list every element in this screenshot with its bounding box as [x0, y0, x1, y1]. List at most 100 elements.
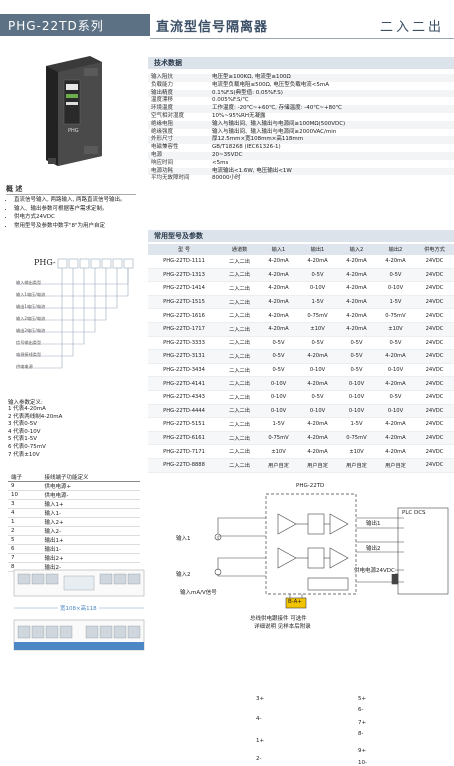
model-cell: 4-20mA: [259, 308, 299, 323]
page-header: PHG-22TD系列 直流型信号隔离器 二入二出: [0, 0, 454, 48]
wiring-terminal-label: 3+: [256, 696, 265, 702]
model-cell: 0-10V: [375, 363, 415, 378]
models-header-cell: 供电方式: [414, 244, 454, 255]
model-cell: PHG-22TD-4141: [148, 376, 221, 391]
model-cell: 4-20mA: [337, 322, 376, 337]
terminal-cell: 输出1-: [41, 544, 140, 554]
model-cell: 4-20mA: [375, 431, 415, 446]
model-row: PHG-22TD-3434 二入二出 0-5V 0-10V 0-5V 0-10V 24VDC: [148, 363, 454, 378]
model-code-label: 电源接线类型: [16, 352, 42, 357]
model-cell: 24VDC: [414, 308, 454, 323]
model-cell: PHG-22TD-6161: [148, 431, 221, 446]
param-item: 6 代表0-75mV: [8, 443, 46, 450]
spec-value: 10%~95%RH无凝露: [212, 112, 266, 119]
model-cell: 24VDC: [414, 390, 454, 405]
model-cell: 24VDC: [414, 458, 454, 473]
spec-key: 电源: [148, 151, 209, 160]
spec-row: 电磁兼容性 GB/T18268 (IEC61326-1): [148, 144, 454, 152]
spec-value: 输入与输出间、输入输出与电源间≥100MΩ(500VDC): [209, 120, 454, 129]
spec-key: 输入阻抗: [148, 74, 209, 82]
model-cell: 24VDC: [414, 268, 454, 283]
spec-row: 负载能力 电流型负载电阻≤500Ω, 电压型负载电流<5mA: [148, 82, 454, 90]
model-cell: 0-5V: [259, 363, 299, 378]
model-cell: 4-20mA: [375, 417, 415, 432]
model-cell: 4-20mA: [337, 281, 376, 296]
model-cell: ±10V: [298, 322, 337, 337]
model-cell: 24VDC: [414, 404, 454, 419]
series-title: PHG-22TD系列: [8, 19, 104, 33]
model-cell: 4-20mA: [298, 349, 337, 364]
model-cell: 0-10V: [298, 281, 337, 296]
model-row: PHG-22TD-1313 二入二出 4-20mA 0-5V 4-20mA 0-5V 24V…: [148, 268, 454, 283]
model-cell: 24VDC: [414, 255, 454, 269]
model-cell: PHG-22TD-8888: [148, 458, 221, 473]
spec-row: 电源 20~35VDC: [148, 151, 454, 160]
model-cell: 0-5V: [337, 336, 376, 351]
model-cell: 24VDC: [414, 295, 454, 310]
terminal-cell: 4: [8, 508, 42, 518]
terminal-row: 6 输出1-: [8, 544, 140, 554]
spec-value: 厚12.5mm×宽108mm×高118mm: [209, 136, 454, 145]
wiring-input2: 输入2: [176, 572, 191, 578]
model-cell: ±10V: [259, 444, 299, 459]
models-band: 常用型号及参数: [148, 230, 454, 242]
models-header-cell: 输出1: [298, 244, 337, 255]
spec-key: 响应时间: [151, 159, 174, 166]
model-cell: 24VDC: [414, 417, 454, 432]
wiring-power: 供电电源24VDC: [354, 566, 395, 574]
model-row: PHG-22TD-4444 二入二出 0-10V 0-10V 0-10V 0-10V 24V…: [148, 404, 454, 419]
model-cell: 4-20mA: [375, 376, 415, 391]
model-cell: 24VDC: [414, 376, 454, 391]
models-header-cell: 型 号: [148, 244, 221, 255]
model-cell: 二入二出: [220, 417, 260, 432]
model-cell: 0-5V: [259, 336, 299, 351]
terminal-row: 5 输出1+: [8, 535, 140, 545]
spec-row: 空气相对湿度 10%~95%RH无凝露: [148, 113, 454, 121]
model-cell: 0-75mV: [259, 431, 299, 446]
model-cell: 二入二出: [220, 281, 260, 296]
terminal-header-cell: 接线端子功能定义: [41, 472, 140, 482]
model-cell: 二入二出: [220, 349, 260, 364]
overview-heading: 概 述: [6, 185, 23, 193]
wiring-terminal-label: 4-: [256, 716, 262, 722]
model-code-label: 供电电源: [16, 364, 33, 369]
model-row: PHG-22TD-6161 二入二出 0-75mV 4-20mA 0-75mV 4-20m…: [148, 431, 454, 446]
spec-key: 绝缘电阻: [148, 120, 209, 129]
spec-value: 工作温度: -20℃~+60℃, 存储温度: -40℃~+80℃: [209, 105, 454, 113]
terminal-row: 9 供电电源+: [8, 481, 140, 491]
spec-row: 输入阻抗 电压型≥100KΩ, 电流型≤100Ω: [148, 74, 454, 82]
model-cell: 二入二出: [220, 458, 260, 473]
model-code: PHG- 输入输出类型 输入1电压/电流 输出1电压/电流 输入2电压/电流 输出2电压…: [6, 258, 141, 378]
spec-key: 负载能力: [151, 81, 174, 88]
model-cell: PHG-22TD-4444: [148, 404, 221, 419]
model-cell: PHG-22TD-1616: [148, 308, 221, 323]
model-cell: 4-20mA: [259, 295, 299, 310]
model-cell: 二入二出: [220, 255, 260, 269]
model-cell: 二入二出: [220, 444, 260, 459]
model-row: PHG-22TD-5151 二入二出 1-5V 4-20mA 1-5V 4-20mA 24V…: [148, 417, 454, 432]
model-cell: 4-20mA: [298, 376, 337, 391]
model-cell: 0-10V: [337, 376, 376, 391]
svg-text:PHG: PHG: [68, 128, 79, 134]
model-cell: 0-5V: [298, 390, 337, 405]
model-cell: 二入二出: [220, 295, 260, 310]
model-cell: 0-10V: [298, 404, 337, 419]
model-cell: 0-10V: [375, 404, 415, 419]
spec-value: GB/T18268 (IEC61326-1): [212, 144, 281, 151]
terminal-cell: 5: [8, 535, 42, 545]
spec-row: 绝缘电阻 输入与输出间、输入输出与电源间≥100MΩ(500VDC): [148, 120, 454, 129]
model-cell: PHG-22TD-1717: [148, 322, 221, 337]
model-cell: 1-5V: [298, 295, 337, 310]
model-cell: PHG-22TD-3333: [148, 336, 221, 351]
spec-row: 外形尺寸 厚12.5mm×宽108mm×高118mm: [148, 136, 454, 145]
param-item: 5 代表1-5V: [8, 436, 37, 443]
wiring-terminal-label: 7+: [358, 720, 367, 726]
model-cell: PHG-22TD-3131: [148, 349, 221, 364]
model-cell: 24VDC: [414, 281, 454, 296]
terminal-header-cell: 端子: [8, 472, 42, 482]
model-cell: 二入二出: [220, 268, 260, 283]
model-cell: 二入二出: [220, 322, 260, 337]
terminal-cell: 10: [8, 490, 42, 500]
model-cell: PHG-22TD-3434: [148, 363, 221, 378]
product-image: PHG: [18, 52, 128, 170]
